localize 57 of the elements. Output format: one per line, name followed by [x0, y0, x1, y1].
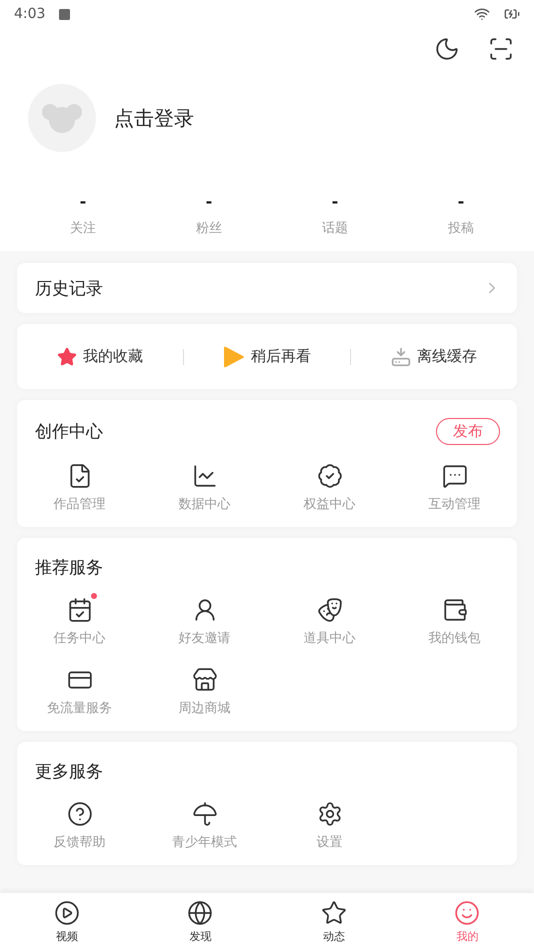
scan-icon[interactable] [488, 36, 514, 62]
service-item[interactable]: 我的钱包 [428, 597, 480, 647]
service-item[interactable]: 任务中心 [54, 597, 106, 647]
masks-icon [316, 597, 342, 623]
play-icon [54, 900, 80, 926]
stat-value: - [332, 192, 338, 211]
service-item[interactable]: 互动管理 [428, 463, 480, 513]
service-item[interactable]: 权益中心 [304, 463, 356, 513]
globe-icon [187, 900, 214, 926]
service-item[interactable]: 数据中心 [178, 463, 230, 513]
stat-value: - [458, 192, 464, 211]
store-icon [192, 667, 218, 693]
quick-action[interactable]: 稍后再看 [184, 338, 350, 374]
settings-icon [316, 801, 342, 827]
smile-icon [454, 900, 480, 926]
service-item[interactable]: 反馈帮助 [54, 801, 106, 851]
help-icon [66, 801, 92, 827]
quick-action[interactable]: 我的收藏 [17, 340, 183, 372]
badge-check-icon [316, 463, 342, 489]
section-title: 创作中心 [35, 421, 103, 443]
section-title: 更多服务 [35, 761, 103, 783]
moon-icon[interactable] [434, 36, 460, 62]
stat-label: 关注 [70, 220, 96, 237]
service-item[interactable]: 免流量服务 [47, 667, 112, 717]
notification-icon [59, 8, 70, 20]
history-title: 历史记录 [35, 278, 103, 300]
service-item[interactable]: 青少年模式 [172, 801, 237, 851]
tab[interactable]: 视频 [0, 893, 134, 950]
stat-label: 话题 [322, 220, 348, 237]
umbrella-icon [192, 801, 218, 827]
wallet-icon [442, 597, 468, 623]
chart-icon [192, 463, 218, 489]
service-item[interactable]: 好友邀请 [178, 597, 230, 647]
status-time: 4:03 [14, 6, 46, 22]
stat-value: - [206, 192, 212, 211]
publish-button[interactable]: 发布 [436, 418, 500, 445]
tab[interactable]: 发现 [134, 893, 267, 950]
stat-label: 投稿 [448, 220, 474, 237]
section-title: 推荐服务 [35, 557, 103, 579]
play-icon [223, 344, 245, 368]
calendar-check-icon [66, 597, 92, 623]
stat-value: - [80, 192, 86, 211]
download-icon [391, 346, 411, 366]
history-row[interactable]: 历史记录 [17, 263, 517, 313]
star-icon [57, 346, 77, 366]
tab[interactable]: 动态 [267, 893, 400, 950]
service-item[interactable]: 作品管理 [54, 463, 106, 513]
login-link[interactable]: 点击登录 [114, 104, 194, 132]
message-icon [442, 463, 468, 489]
service-item[interactable]: 道具中心 [304, 597, 356, 647]
service-item[interactable]: 周边商城 [178, 667, 230, 717]
quick-action[interactable]: 离线缓存 [351, 340, 517, 372]
stat-label: 粉丝 [196, 220, 222, 237]
star-icon [320, 900, 347, 926]
tab[interactable]: 我的 [400, 893, 534, 950]
wifi-icon [474, 6, 490, 22]
service-item[interactable]: 设置 [316, 801, 342, 851]
